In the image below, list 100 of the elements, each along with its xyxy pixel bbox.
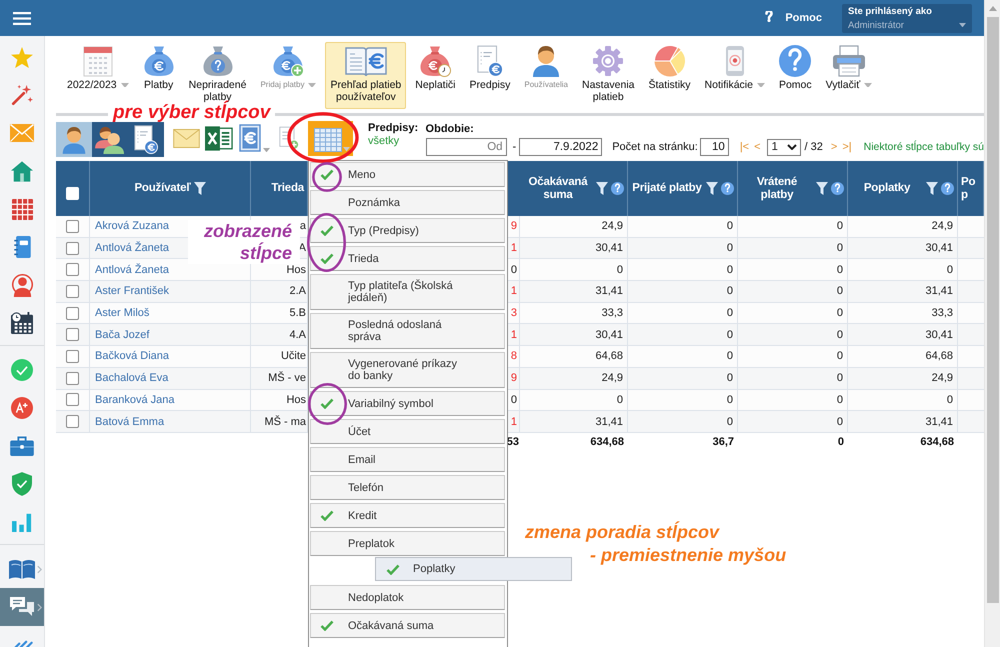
- user-link[interactable]: Antlová Žaneta: [95, 242, 169, 254]
- date-to-field[interactable]: 7.9.2022: [519, 138, 602, 156]
- toolbar-button[interactable]: Nastavenia platieb: [576, 42, 640, 104]
- toolbar-button[interactable]: Platby: [138, 42, 180, 92]
- toolbar-button[interactable]: Nepriradené platby: [184, 42, 252, 104]
- account-dropdown[interactable]: Ste prihlásený ako Administrátor: [842, 4, 972, 32]
- spreadsheet-button[interactable]: [205, 126, 233, 150]
- document-coin-icon: [134, 125, 158, 154]
- row-checkbox[interactable]: [66, 328, 79, 342]
- total-cell-text: 36,7: [712, 435, 735, 450]
- help-icon[interactable]: [611, 182, 624, 195]
- row-checkbox[interactable]: [66, 220, 79, 233]
- help-link[interactable]: Pomoc: [764, 10, 822, 26]
- view-button[interactable]: [56, 122, 92, 157]
- user-link[interactable]: Aster Miloš: [95, 307, 150, 320]
- pie-chart-icon: [654, 45, 686, 77]
- row-checkbox[interactable]: [66, 263, 79, 276]
- document-coin-icon: [476, 45, 503, 77]
- column-option[interactable]: Očakávaná suma: [310, 613, 505, 638]
- help-icon[interactable]: [941, 182, 954, 195]
- phone-icon: [724, 45, 745, 77]
- toolbar-button[interactable]: Notifikácie: [700, 42, 770, 92]
- column-option[interactable]: Typ platiteľa (Školská jedáleň): [310, 274, 505, 310]
- table-cell: 0: [738, 411, 848, 433]
- scroll-up-arrow-icon: [988, 6, 996, 11]
- user-link[interactable]: Batová Emma: [95, 416, 164, 428]
- person-icon: [10, 274, 34, 296]
- column-option[interactable]: Meno: [310, 162, 505, 187]
- toolbar-button[interactable]: Štatistiky: [644, 42, 696, 92]
- check-icon: [386, 564, 400, 574]
- user-link[interactable]: Aster František: [95, 285, 169, 298]
- column-option[interactable]: Poznámka: [310, 190, 505, 215]
- user-link[interactable]: Bachalová Eva: [95, 372, 168, 384]
- help-icon[interactable]: [831, 182, 844, 195]
- column-option[interactable]: Preplatok: [310, 531, 505, 556]
- person-icon: [531, 45, 562, 77]
- row-checkbox[interactable]: [66, 306, 79, 320]
- column-option[interactable]: Nedoplatok: [310, 585, 505, 610]
- column-option[interactable]: Kredit: [310, 503, 505, 528]
- toolbar-button[interactable]: 2022/2023: [62, 42, 134, 92]
- toolbar-button[interactable]: Neplatiči: [410, 42, 461, 92]
- column-title: Po p: [961, 176, 976, 202]
- filter-icon[interactable]: [926, 182, 938, 195]
- date-from-field[interactable]: Od: [426, 138, 507, 156]
- menu-button[interactable]: [13, 12, 31, 24]
- row-checkbox[interactable]: [66, 393, 79, 406]
- user-link[interactable]: Baranková Jana: [95, 394, 174, 406]
- envelope-icon: [173, 128, 200, 148]
- check-icon: [320, 225, 334, 236]
- notice-text: Niektoré stĺpce tabuľky sú: [864, 141, 984, 153]
- row-checkbox[interactable]: [66, 242, 79, 255]
- toolbar-button[interactable]: Pomoc: [774, 42, 817, 92]
- column-title: Používateľ: [134, 182, 191, 195]
- calendar-clock-icon: [11, 312, 33, 334]
- envelope-button[interactable]: [173, 128, 200, 148]
- user-link[interactable]: Akrová Zuzana: [95, 220, 169, 232]
- filter-icon[interactable]: [706, 182, 718, 195]
- column-option[interactable]: Typ (Predpisy): [310, 218, 505, 243]
- filter-link[interactable]: všetky: [368, 135, 400, 148]
- column-option[interactable]: Email: [310, 447, 505, 472]
- calendar-icon: [82, 45, 113, 77]
- column-title: Trieda: [271, 182, 304, 195]
- column-option[interactable]: Trieda: [310, 246, 505, 271]
- scrollbar-thumb[interactable]: [986, 17, 998, 603]
- page-size-field[interactable]: 10: [700, 138, 729, 156]
- column-title: Prijaté platby: [631, 182, 703, 195]
- page-size-label: Počet na stránku:: [612, 141, 698, 153]
- toolbar-button[interactable]: Prehľad platieb používateľov: [325, 42, 406, 109]
- star-icon: [11, 46, 33, 68]
- row-checkbox[interactable]: [66, 415, 79, 428]
- filter-icon[interactable]: [816, 182, 828, 195]
- add-document-button[interactable]: [279, 126, 299, 150]
- column-option[interactable]: Telefón: [310, 475, 505, 500]
- select-all-checkbox[interactable]: [66, 187, 79, 200]
- check-icon: [320, 169, 334, 180]
- column-option[interactable]: Variabilný symbol: [310, 391, 505, 416]
- filter-icon[interactable]: [596, 182, 608, 195]
- user-link[interactable]: Antlová Žaneta: [95, 264, 169, 276]
- user-link[interactable]: Bača Jozef: [95, 328, 150, 341]
- dragged-column-option[interactable]: Poplatky: [375, 557, 572, 581]
- scrollbar[interactable]: [984, 0, 1000, 647]
- toolbar-button[interactable]: Predpisy: [464, 42, 516, 92]
- money-bag-clock-icon: [419, 45, 452, 77]
- row-checkbox[interactable]: [66, 372, 79, 385]
- column-title: Vrátené platby: [756, 176, 798, 202]
- hamburger-icon: [13, 12, 31, 24]
- column-option[interactable]: Vygenerované príkazy do banky: [310, 352, 505, 388]
- page-select[interactable]: 1: [766, 138, 801, 156]
- row-checkbox[interactable]: [66, 350, 79, 363]
- row-checkbox[interactable]: [66, 284, 79, 298]
- toolbar-button[interactable]: Vytlačiť: [820, 42, 878, 92]
- column-chooser-button[interactable]: [308, 120, 353, 156]
- column-option[interactable]: Posledná odoslaná správa: [310, 313, 505, 349]
- user-link[interactable]: Bačková Diana: [95, 350, 169, 362]
- printer-icon: [832, 45, 866, 77]
- envelope-icon: [10, 124, 34, 142]
- dropdown-button[interactable]: [239, 124, 270, 152]
- help-icon[interactable]: [721, 182, 734, 195]
- column-option[interactable]: Účet: [310, 419, 505, 444]
- filter-icon[interactable]: [194, 182, 206, 195]
